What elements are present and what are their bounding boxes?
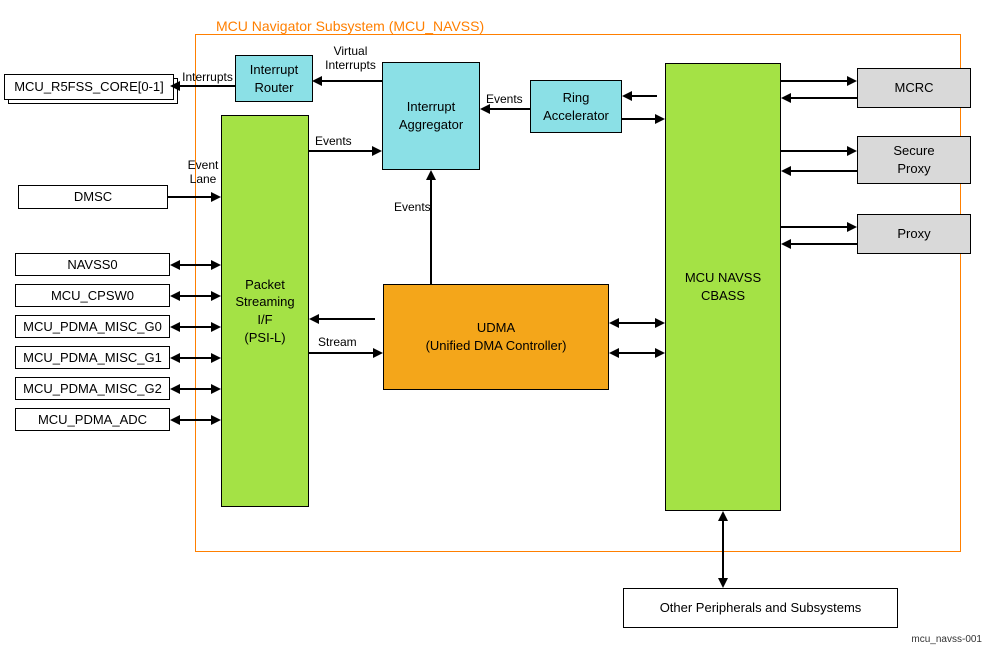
block-cpsw: MCU_CPSW0 (15, 284, 170, 307)
arrowhead (170, 384, 180, 394)
edge-aggr-to-router (320, 80, 382, 82)
block-r5: MCU_R5FSS_CORE[0-1] (4, 74, 174, 100)
block-other-peripherals: Other Peripherals and Subsystems (623, 588, 898, 628)
label-interrupts1: Interrupts (180, 70, 235, 84)
block-pdma-g0: MCU_PDMA_MISC_G0 (15, 315, 170, 338)
block-interrupt-aggregator: Interrupt Aggregator (382, 62, 480, 170)
block-interrupt-router: Interrupt Router (235, 55, 313, 102)
block-mcrc: MCRC (857, 68, 971, 108)
edge-cbass-sproxy-1 (781, 150, 849, 152)
edge-cpsw-psil (178, 295, 213, 297)
label-stream: Stream (318, 335, 357, 349)
edge-udma-cbass-1 (617, 322, 657, 324)
edge-pdmaadc-psil (178, 419, 213, 421)
arrowhead (718, 578, 728, 588)
block-psil: Packet Streaming I/F (PSI-L) (221, 115, 309, 507)
edge-dmsc-to-psil (168, 196, 213, 198)
label-events3: Events (486, 92, 523, 106)
edge-cbass-other (722, 519, 724, 580)
arrowhead (622, 91, 632, 101)
arrowhead (372, 146, 382, 156)
block-secure-proxy: Secure Proxy (857, 136, 971, 184)
edge-psil-udma-top (317, 318, 375, 320)
block-dmsc: DMSC (18, 185, 168, 209)
arrowhead (211, 192, 221, 202)
arrowhead (211, 415, 221, 425)
arrowhead (170, 81, 180, 91)
arrowhead (609, 318, 619, 328)
arrowhead (170, 322, 180, 332)
arrowhead (718, 511, 728, 521)
block-pdma-g2: MCU_PDMA_MISC_G2 (15, 377, 170, 400)
arrowhead (211, 322, 221, 332)
edge-psil-udma-bot (309, 352, 375, 354)
block-proxy: Proxy (857, 214, 971, 254)
arrowhead (847, 222, 857, 232)
edge-udma-to-aggr (430, 178, 432, 284)
edge-cbass-proxy-2 (789, 243, 857, 245)
arrowhead (781, 166, 791, 176)
block-navss0: NAVSS0 (15, 253, 170, 276)
edge-psil-to-aggr (309, 150, 374, 152)
arrowhead (211, 384, 221, 394)
arrowhead (211, 291, 221, 301)
edge-cbass-sproxy-2 (789, 170, 857, 172)
label-events1: Events (315, 134, 352, 148)
edge-pdma0-psil (178, 326, 213, 328)
edge-ring-to-aggr (488, 108, 530, 110)
navss-title: MCU Navigator Subsystem (MCU_NAVSS) (216, 18, 484, 34)
arrowhead (170, 291, 180, 301)
label-event-lane: Event Lane (183, 158, 223, 187)
edge-cbass-mcrc-2 (789, 97, 857, 99)
block-pdma-g1: MCU_PDMA_MISC_G1 (15, 346, 170, 369)
arrowhead (781, 93, 791, 103)
arrowhead (655, 114, 665, 124)
arrowhead (655, 318, 665, 328)
arrowhead (211, 353, 221, 363)
edge-udma-cbass-2 (617, 352, 657, 354)
arrowhead (309, 314, 319, 324)
arrowhead (170, 415, 180, 425)
arrowhead (211, 260, 221, 270)
edge-cbass-proxy-1 (781, 226, 849, 228)
block-cbass: MCU NAVSS CBASS (665, 63, 781, 511)
edge-cbass-ring-2 (622, 118, 657, 120)
figure-reference: mcu_navss-001 (911, 634, 982, 645)
arrowhead (847, 146, 857, 156)
edge-cbass-ring-1 (630, 95, 657, 97)
label-virtual-interrupts: Virtual Interrupts (323, 44, 378, 73)
label-events2: Events (394, 200, 431, 214)
diagram-canvas: MCU Navigator Subsystem (MCU_NAVSS) MCU_… (0, 0, 992, 646)
arrowhead (312, 76, 322, 86)
block-ring-accelerator: Ring Accelerator (530, 80, 622, 133)
edge-pdma1-psil (178, 357, 213, 359)
block-pdma-adc: MCU_PDMA_ADC (15, 408, 170, 431)
edge-pdma2-psil (178, 388, 213, 390)
arrowhead (170, 260, 180, 270)
arrowhead (609, 348, 619, 358)
arrowhead (781, 239, 791, 249)
edge-intr-to-r5 (178, 85, 235, 87)
block-udma: UDMA (Unified DMA Controller) (383, 284, 609, 390)
arrowhead (170, 353, 180, 363)
edge-navss0-psil (178, 264, 213, 266)
arrowhead (426, 170, 436, 180)
arrowhead (373, 348, 383, 358)
edge-cbass-mcrc-1 (781, 80, 849, 82)
arrowhead (655, 348, 665, 358)
arrowhead (847, 76, 857, 86)
